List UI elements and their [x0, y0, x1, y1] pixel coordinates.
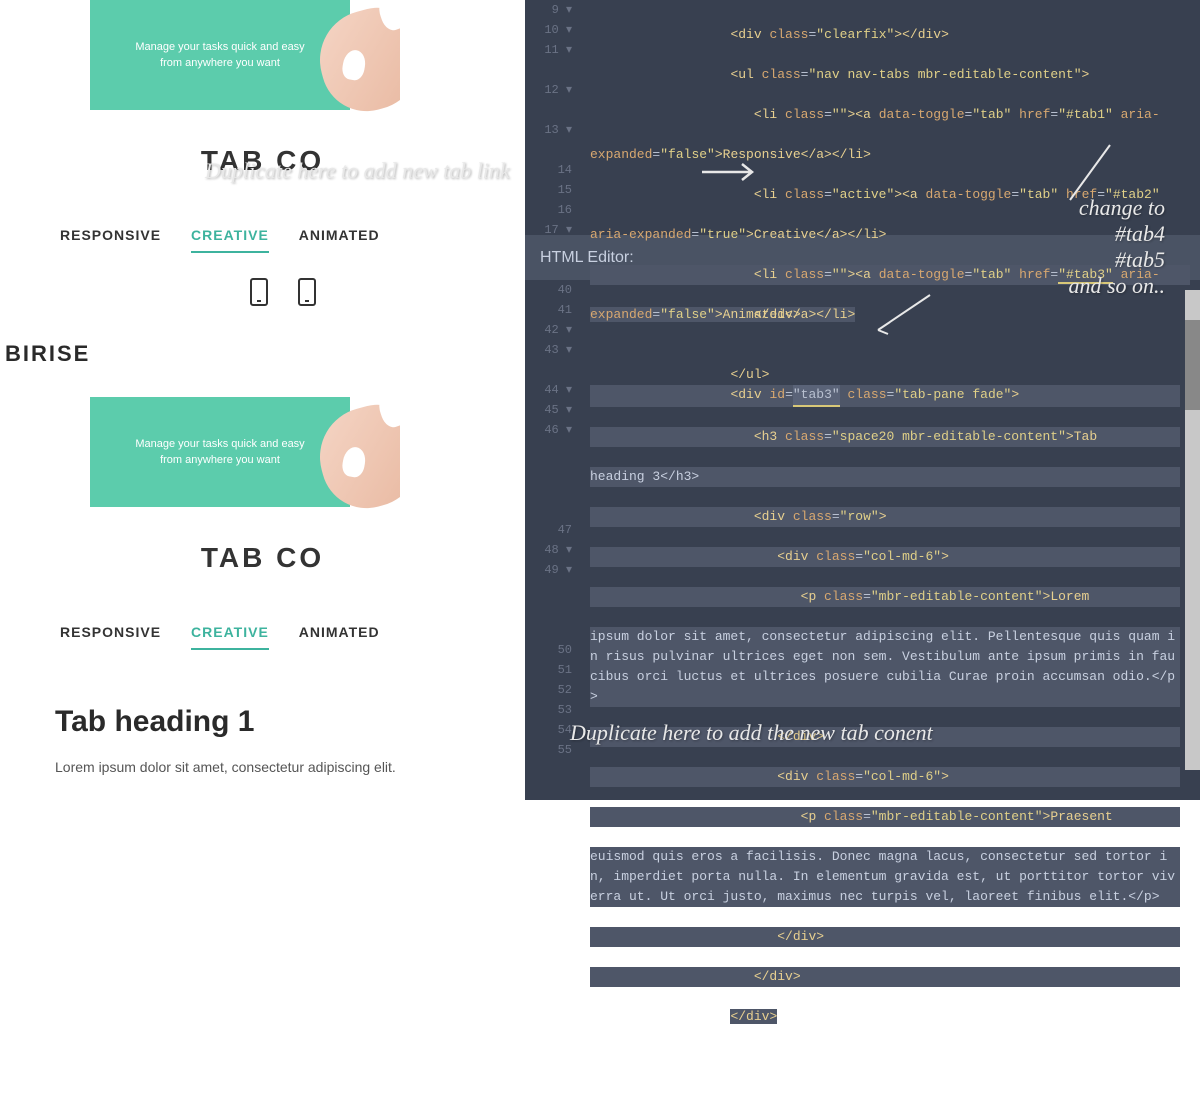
brand-label: BIRISE — [0, 341, 525, 367]
arrow-icon — [700, 160, 760, 185]
hand-image — [290, 0, 400, 125]
tab-content-heading: Tab heading 1 — [55, 705, 470, 739]
tab-creative[interactable]: CREATIVE — [191, 227, 269, 253]
phone-caption-2: from anywhere you want — [160, 55, 280, 72]
code-editor-panel: 9 ▾ 10 ▾ 11 ▾ 12 ▾ 13 ▾ 14 15 16 17 ▾ <d… — [525, 0, 1200, 800]
section-heading-2: TAB CO — [0, 542, 525, 574]
device-icons — [0, 278, 525, 306]
phone-mockup: Manage your tasks quick and easy from an… — [0, 0, 400, 125]
preview-panel: Manage your tasks quick and easy from an… — [0, 0, 525, 800]
phone-icon[interactable] — [298, 278, 316, 306]
phone-mockup-2: Manage your tasks quick and easy from an… — [0, 397, 400, 522]
scrollbar[interactable] — [1185, 290, 1200, 770]
annotation-duplicate-link: Duplicate here to add new tab link — [205, 158, 510, 184]
tabs-nav: RESPONSIVE CREATIVE ANIMATED — [0, 227, 525, 253]
tab-animated[interactable]: ANIMATED — [299, 227, 380, 253]
annotation-change-to: change to #tab4 #tab5 and so on.. — [965, 195, 1165, 299]
line-gutter-2: 40 41 42 ▾ 43 ▾ 44 ▾ 45 ▾ 46 ▾ 47 48 ▾ 4… — [525, 280, 580, 760]
phone-caption-1: Manage your tasks quick and easy — [135, 39, 304, 56]
tab-responsive-2[interactable]: RESPONSIVE — [60, 624, 161, 650]
tab-content: Tab heading 1 Lorem ipsum dolor sit amet… — [0, 650, 525, 775]
line-gutter: 9 ▾ 10 ▾ 11 ▾ 12 ▾ 13 ▾ 14 15 16 17 ▾ — [525, 0, 580, 240]
phone-icon[interactable] — [250, 278, 268, 306]
tab-animated-2[interactable]: ANIMATED — [299, 624, 380, 650]
code-editor-bottom[interactable]: 40 41 42 ▾ 43 ▾ 44 ▾ 45 ▾ 46 ▾ 47 48 ▾ 4… — [525, 280, 1200, 780]
annotation-duplicate-content: Duplicate here to add the new tab conent — [570, 720, 933, 746]
arrow-line-icon — [1060, 140, 1120, 210]
tabs-nav-2: RESPONSIVE CREATIVE ANIMATED — [0, 624, 525, 650]
tab-content-paragraph: Lorem ipsum dolor sit amet, consectetur … — [55, 759, 470, 775]
scroll-thumb[interactable] — [1185, 320, 1200, 410]
tab-creative-2[interactable]: CREATIVE — [191, 624, 269, 650]
arrow-line-icon — [870, 290, 940, 340]
code-lines-2[interactable]: </div> <div id="tab3" class="tab-pane fa… — [590, 285, 1180, 1107]
tab-responsive[interactable]: RESPONSIVE — [60, 227, 161, 253]
